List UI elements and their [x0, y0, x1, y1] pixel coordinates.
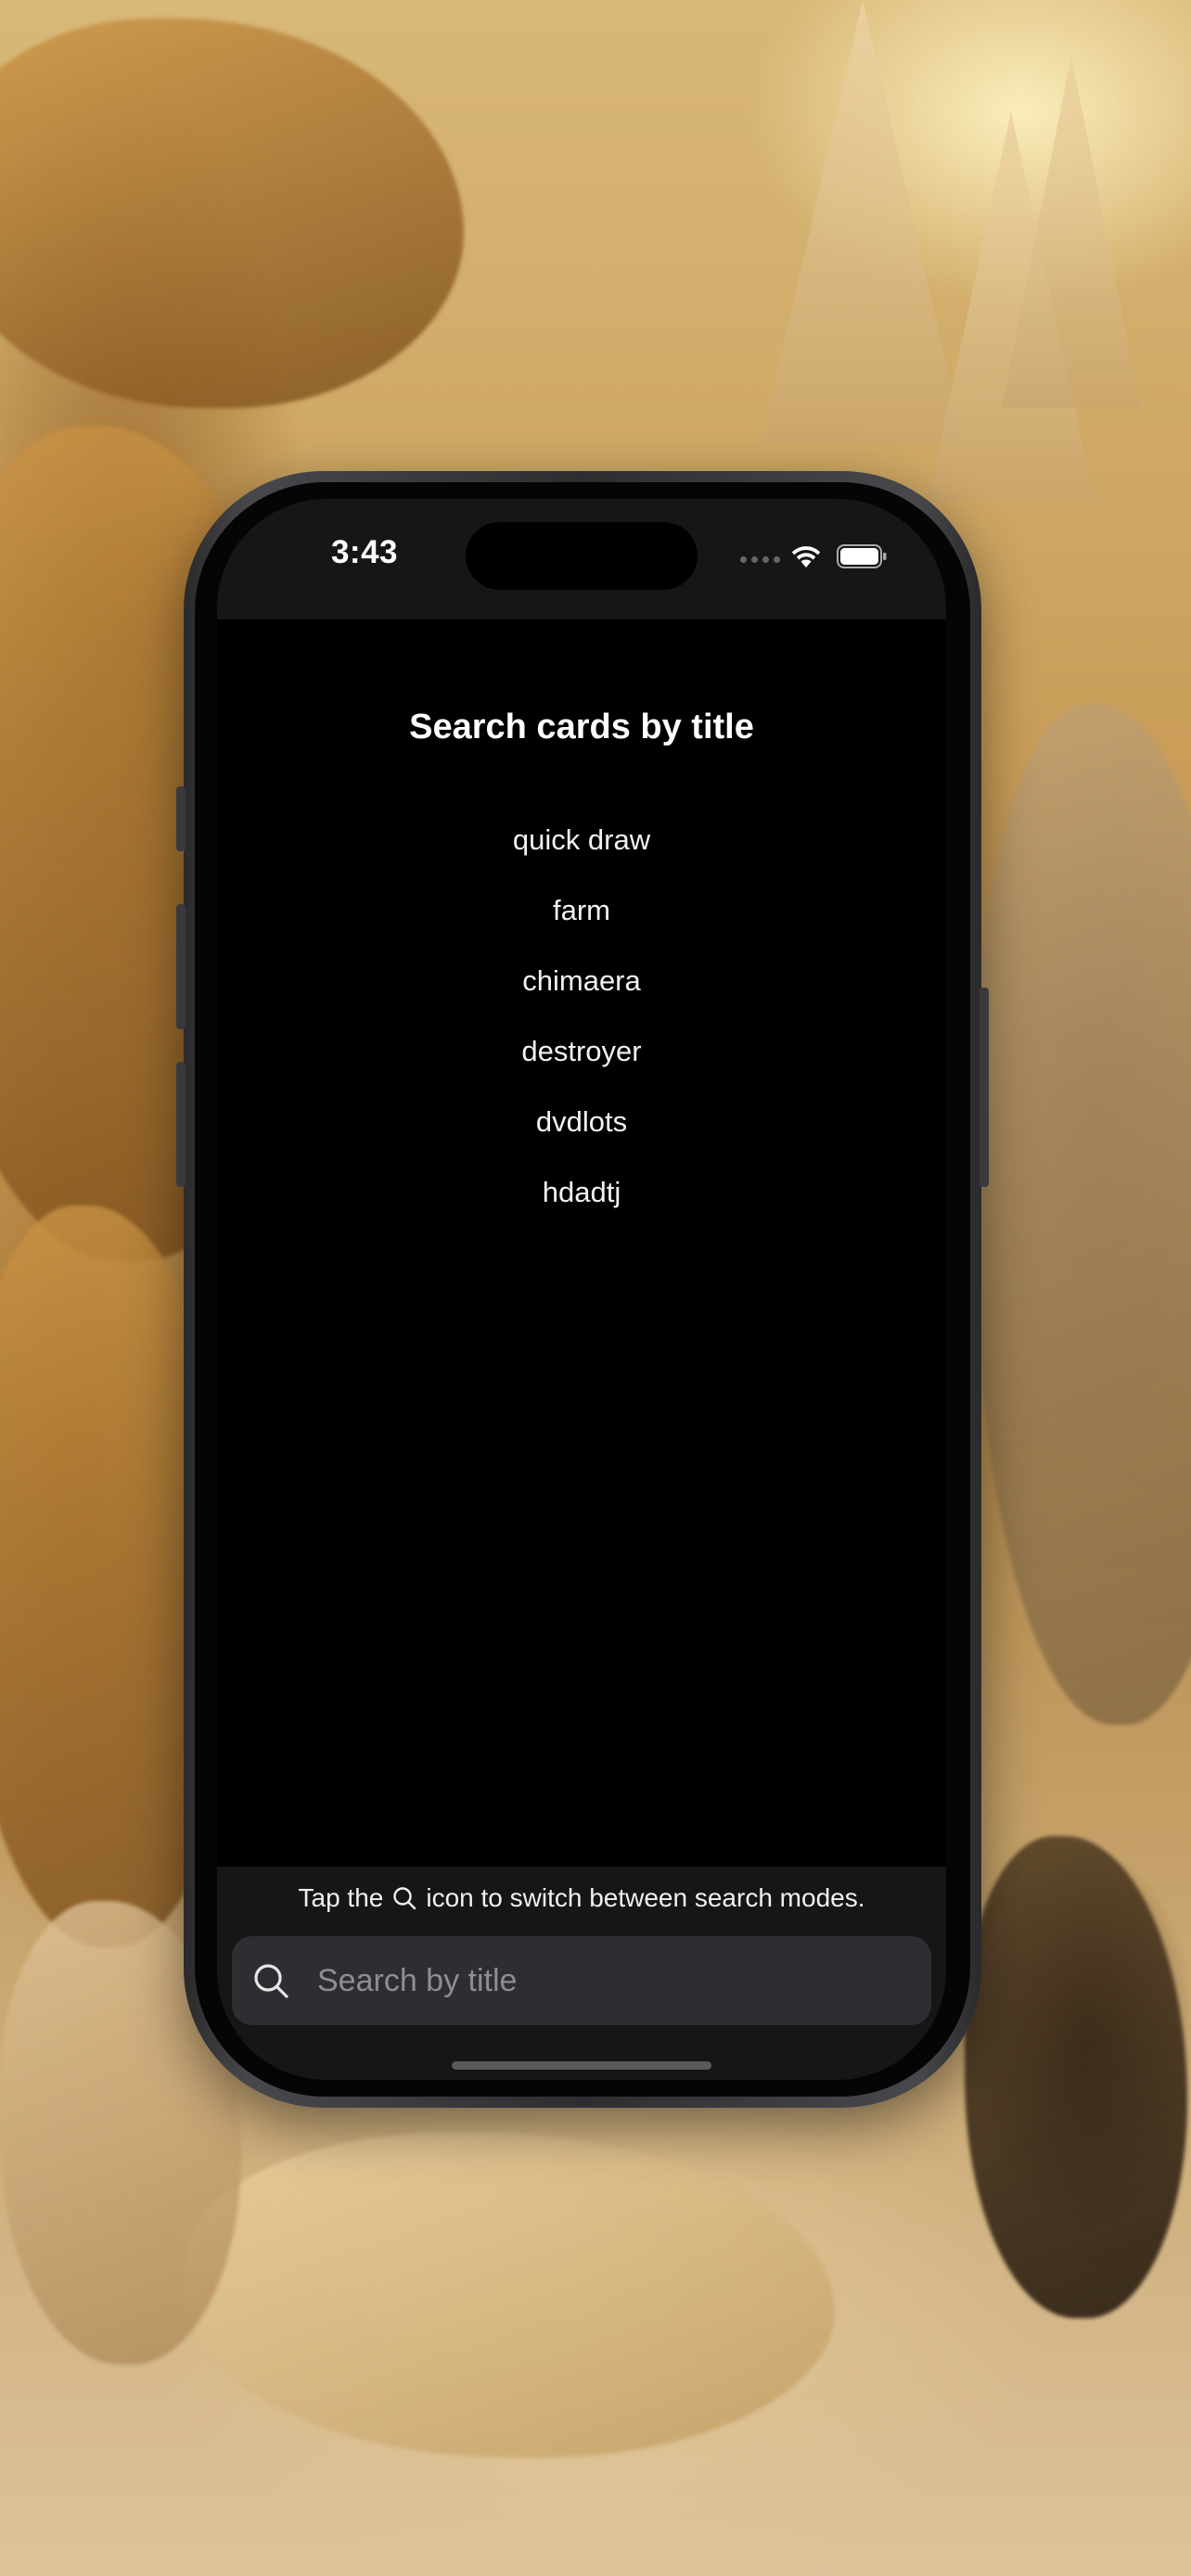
list-item[interactable]: quick draw: [217, 805, 946, 875]
power-button: [980, 988, 989, 1187]
list-item[interactable]: destroyer: [217, 1016, 946, 1087]
list-item[interactable]: dvdlots: [217, 1087, 946, 1157]
status-bar: 3:43: [217, 499, 946, 619]
volume-up-button: [176, 904, 186, 1029]
search-mode-hint: Tap the icon to switch between search mo…: [217, 1883, 946, 1913]
status-time: 3:43: [330, 534, 399, 570]
action-button: [176, 786, 186, 851]
wifi-icon: [791, 546, 821, 567]
phone-screen: 3:43 Search cards by title quick draw fa…: [217, 499, 946, 2080]
main-content: Search cards by title quick draw farm ch…: [217, 619, 946, 1867]
list-item[interactable]: hdadtj: [217, 1157, 946, 1228]
volume-down-button: [176, 1062, 186, 1187]
battery-icon: [837, 544, 887, 568]
list-item[interactable]: chimaera: [217, 946, 946, 1016]
hint-text-after: icon to switch between search modes.: [426, 1883, 865, 1912]
hint-text-before: Tap the: [298, 1883, 384, 1912]
card-list: quick draw farm chimaera destroyer dvdlo…: [217, 805, 946, 1228]
home-indicator[interactable]: [452, 2061, 711, 2070]
search-input[interactable]: [317, 1953, 931, 2009]
search-bar[interactable]: [232, 1936, 931, 2025]
search-panel: Tap the icon to switch between search mo…: [217, 1867, 946, 2080]
list-item[interactable]: farm: [217, 875, 946, 946]
page-title: Search cards by title: [409, 708, 754, 746]
dynamic-island: [466, 522, 698, 590]
search-mode-toggle-icon[interactable]: [250, 1960, 291, 2001]
cellular-signal-icon: [740, 556, 780, 563]
search-icon: [393, 1887, 416, 1910]
